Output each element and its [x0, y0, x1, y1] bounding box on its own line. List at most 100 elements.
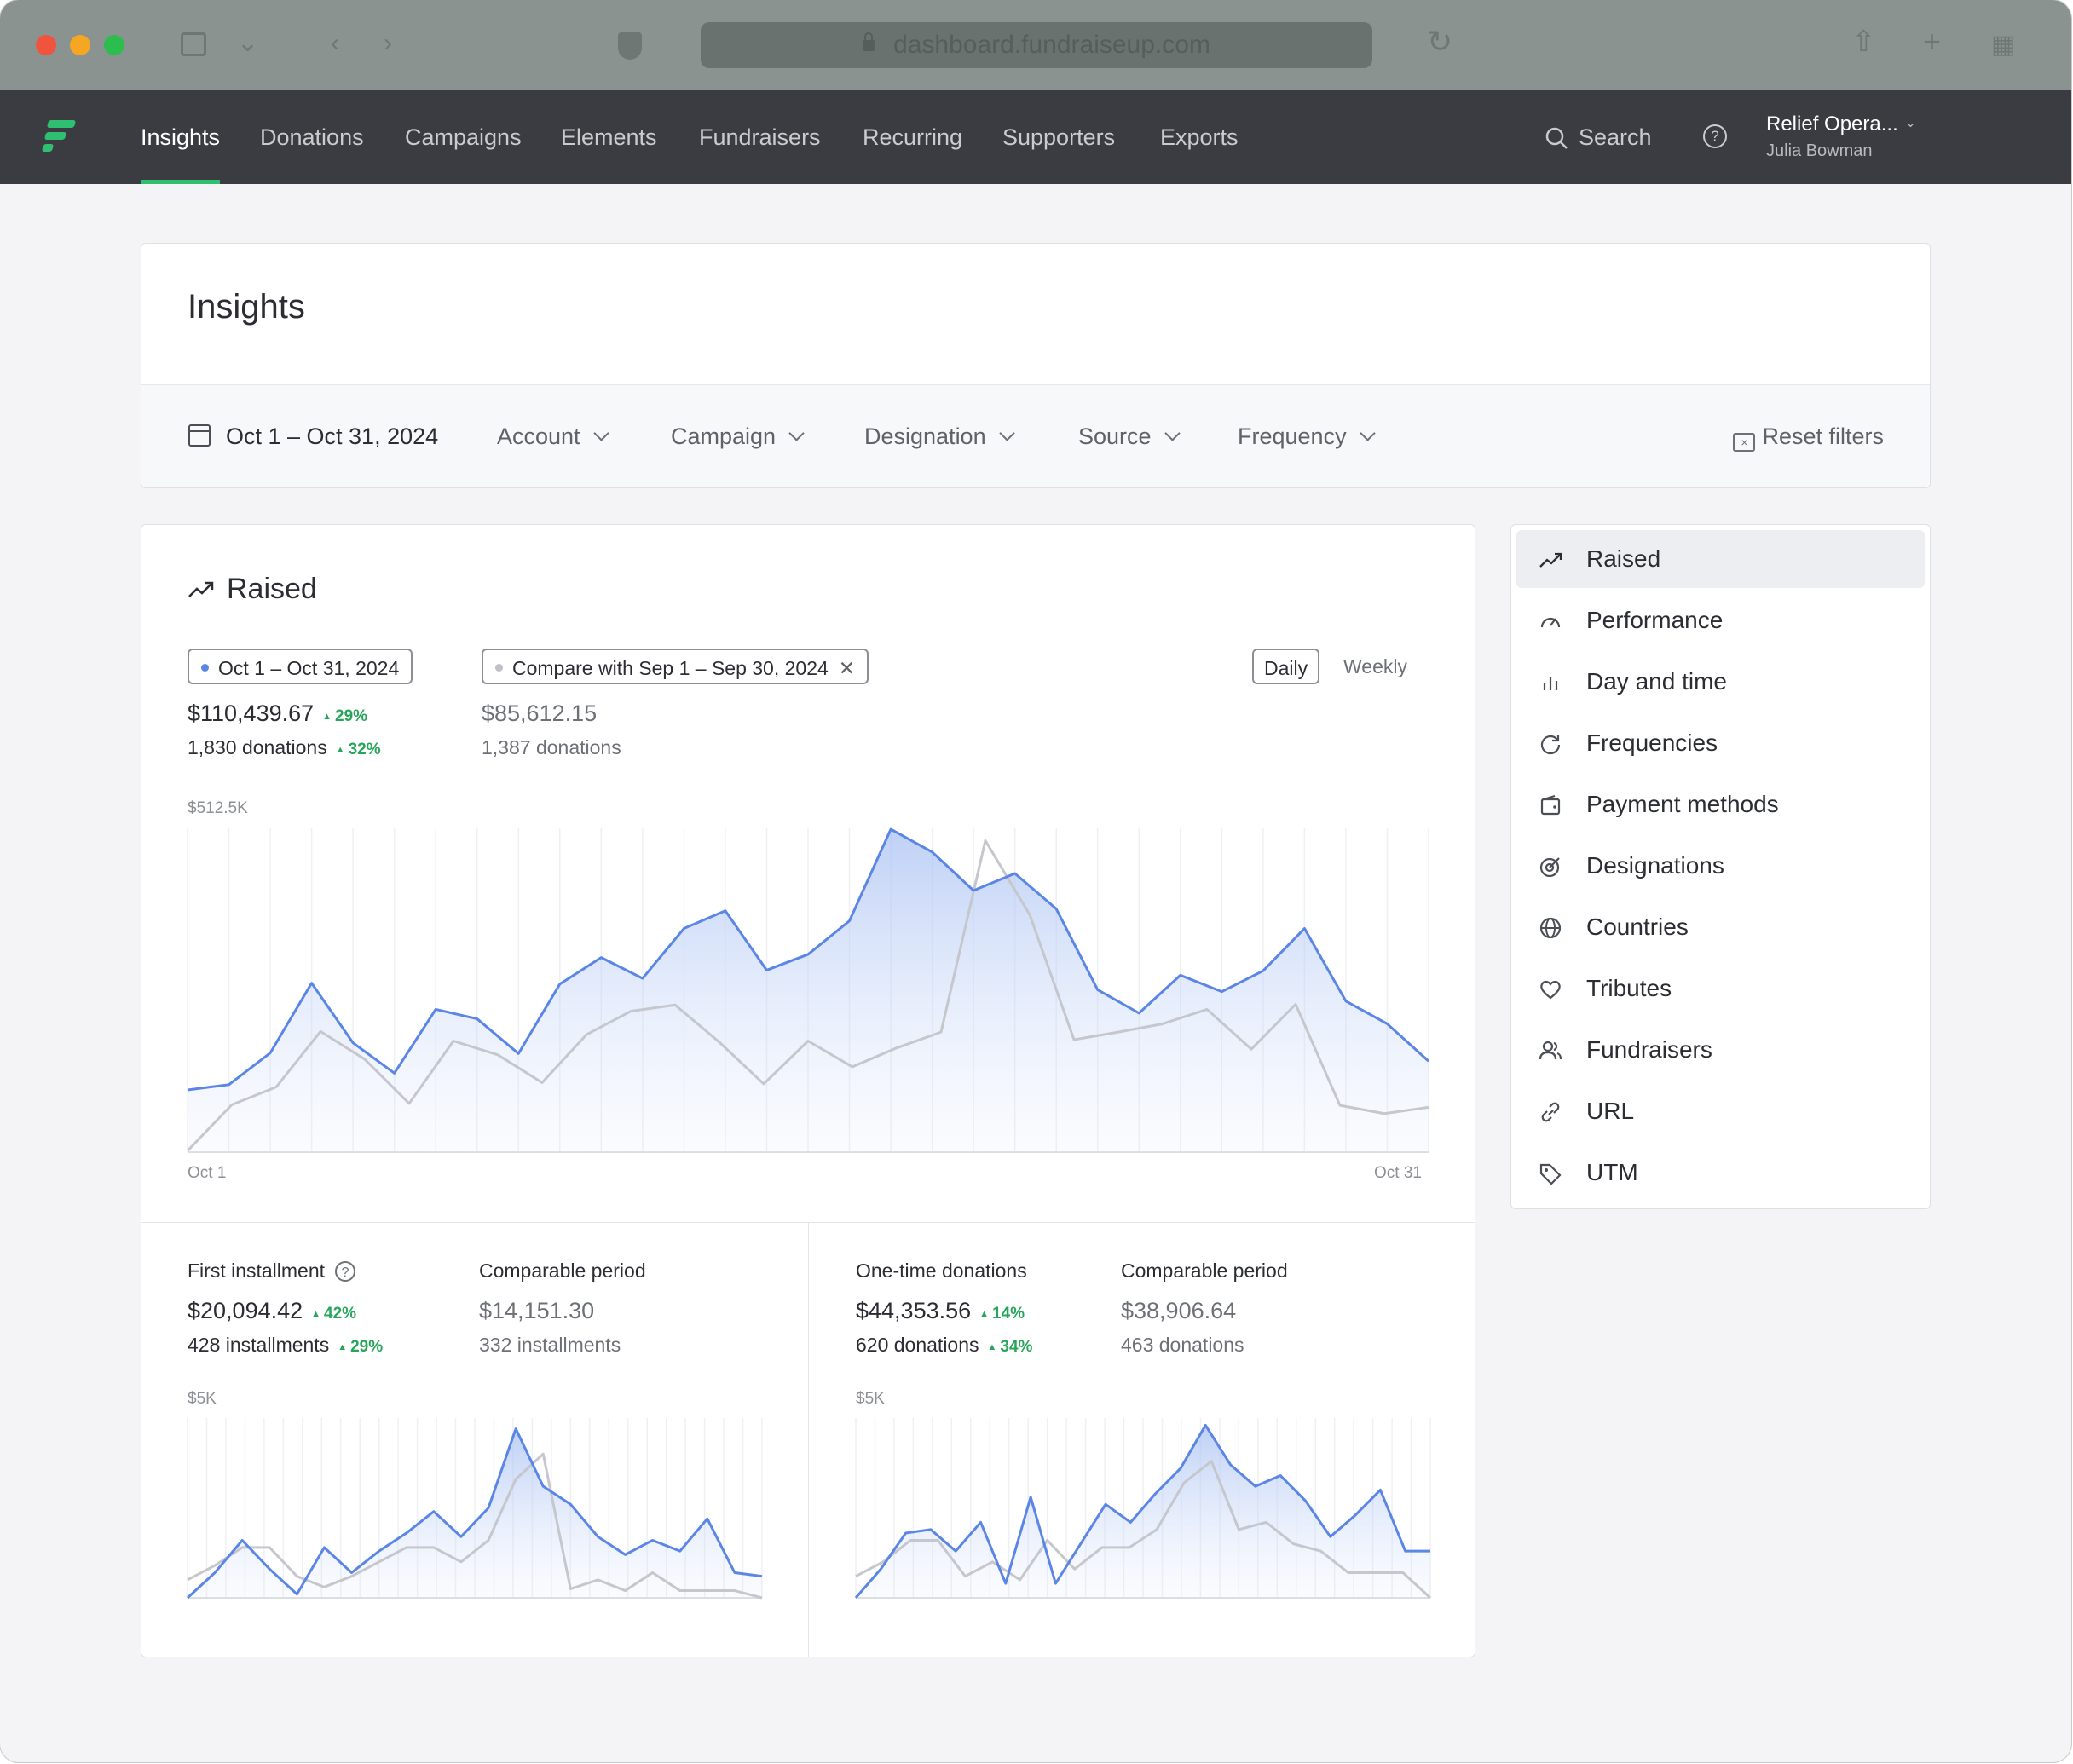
- chevron-down-icon[interactable]: ⌄: [237, 31, 258, 56]
- trend-up-icon: [1539, 552, 1562, 568]
- wallet-icon: [1540, 794, 1561, 816]
- maximize-window-button[interactable]: [104, 35, 124, 55]
- donations-delta: 32%: [336, 741, 381, 758]
- menu-item-utm[interactable]: UTM: [1516, 1144, 1925, 1202]
- help-icon[interactable]: ?: [1703, 124, 1727, 148]
- lock-icon: [863, 32, 875, 51]
- first-installment-comparable-amount: $14,151.30: [479, 1298, 595, 1323]
- menu-item-day-and-time[interactable]: Day and time: [1516, 653, 1925, 711]
- account-filter[interactable]: Account: [497, 385, 609, 487]
- frequency-filter[interactable]: Frequency: [1238, 385, 1376, 487]
- gauge-icon: [1540, 617, 1561, 628]
- first-installment-comparable-title: Comparable period: [479, 1260, 646, 1282]
- one-time-title: One-time donations: [856, 1260, 1027, 1282]
- sidebar-toggle-icon[interactable]: [181, 32, 206, 56]
- first-installment-chart[interactable]: [186, 1418, 763, 1601]
- chevron-down-icon: ⌄: [1904, 116, 1917, 130]
- url-text: dashboard.fundraiseup.com: [893, 31, 1210, 59]
- nav-supporters[interactable]: Supporters: [1002, 90, 1115, 184]
- close-icon[interactable]: ✕: [839, 657, 855, 679]
- menu-item-url[interactable]: URL: [1516, 1082, 1925, 1140]
- heart-icon: [1540, 980, 1561, 1000]
- trend-up-icon: [188, 581, 214, 597]
- current-donations: 1,830 donations32%: [188, 736, 381, 759]
- chevron-down-icon: [998, 425, 1015, 441]
- campaign-filter[interactable]: Campaign: [671, 385, 805, 487]
- reload-icon[interactable]: ↻: [1427, 26, 1452, 57]
- x-axis-start-label: Oct 1: [188, 1164, 227, 1182]
- help-icon[interactable]: ?: [335, 1261, 356, 1282]
- nav-exports[interactable]: Exports: [1160, 90, 1239, 184]
- tab-overview-icon[interactable]: ▦: [1991, 32, 2015, 58]
- menu-item-fundraisers[interactable]: Fundraisers: [1516, 1021, 1925, 1079]
- date-range-filter[interactable]: Oct 1 – Oct 31, 2024: [226, 385, 438, 487]
- source-filter[interactable]: Source: [1078, 385, 1181, 487]
- search-icon: [1545, 127, 1568, 149]
- minimize-window-button[interactable]: [70, 35, 90, 55]
- menu-item-payment-methods[interactable]: Payment methods: [1516, 775, 1925, 833]
- menu-item-countries[interactable]: Countries: [1516, 898, 1925, 956]
- account-switcher[interactable]: Relief Opera... ⌄ Julia Bowman: [1766, 112, 1916, 161]
- close-window-button[interactable]: [36, 35, 56, 55]
- menu-item-raised[interactable]: Raised: [1516, 530, 1925, 588]
- weekly-toggle[interactable]: Weekly: [1343, 649, 1407, 684]
- chevron-down-icon: [592, 425, 609, 441]
- compare-amount: $85,612.15: [482, 700, 598, 726]
- x-axis-end-label: Oct 31: [1374, 1164, 1422, 1182]
- page-title: Insights: [188, 288, 305, 326]
- globe-icon: [1539, 917, 1562, 939]
- calendar-icon: [188, 424, 211, 447]
- nav-elements[interactable]: Elements: [561, 90, 657, 184]
- one-time-amount: $44,353.5614%: [856, 1298, 1025, 1324]
- first-installment-count: 428 installments29%: [188, 1334, 383, 1357]
- current-period-pill[interactable]: Oct 1 – Oct 31, 2024: [188, 649, 413, 684]
- daily-toggle[interactable]: Daily: [1252, 649, 1320, 684]
- nav-donations[interactable]: Donations: [260, 90, 364, 184]
- bar-chart-icon: [1543, 677, 1558, 690]
- insights-header-card: Insights Oct 1 – Oct 31, 2024 Account Ca…: [141, 243, 1931, 488]
- nav-fundraisers[interactable]: Fundraisers: [699, 90, 821, 184]
- new-tab-icon[interactable]: +: [1923, 26, 1941, 57]
- shield-icon[interactable]: [618, 32, 642, 60]
- filter-bar: Oct 1 – Oct 31, 2024 Account Campaign De…: [141, 384, 1930, 487]
- one-time-count: 620 donations34%: [856, 1334, 1032, 1357]
- compare-period-pill[interactable]: Compare with Sep 1 – Sep 30, 2024 ✕: [482, 649, 869, 684]
- amount-delta: 29%: [322, 707, 367, 725]
- nav-recurring[interactable]: Recurring: [863, 90, 962, 184]
- one-time-comparable-title: Comparable period: [1121, 1260, 1288, 1282]
- chevron-down-icon: [1359, 425, 1376, 441]
- designation-filter[interactable]: Designation: [864, 385, 1015, 487]
- one-time-chart[interactable]: [854, 1418, 1432, 1601]
- one-time-comparable-count: 463 donations: [1121, 1334, 1244, 1356]
- reset-filters-button[interactable]: × Reset filters: [1733, 385, 1884, 487]
- browser-toolbar: ⌄ ‹ › dashboard.fundraiseup.com ↻ ⇧ + ▦: [0, 0, 2071, 90]
- refresh-icon: [1540, 735, 1561, 755]
- users-icon: [1539, 1041, 1562, 1060]
- address-bar[interactable]: dashboard.fundraiseup.com: [701, 22, 1372, 68]
- y-axis-max-label: $5K: [856, 1390, 885, 1408]
- chevron-down-icon: [788, 425, 805, 441]
- current-amount: $110,439.6729%: [188, 700, 367, 727]
- link-icon: [1541, 1102, 1560, 1122]
- menu-item-tributes[interactable]: Tributes: [1516, 960, 1925, 1017]
- nav-insights[interactable]: Insights: [141, 90, 221, 184]
- raised-chart[interactable]: [186, 827, 1430, 1156]
- back-arrow-icon[interactable]: ‹: [331, 31, 339, 56]
- menu-item-designations[interactable]: Designations: [1516, 837, 1925, 895]
- forward-arrow-icon[interactable]: ›: [384, 31, 392, 56]
- menu-item-performance[interactable]: Performance: [1516, 591, 1925, 649]
- search-button[interactable]: Search: [1545, 90, 1652, 184]
- fundraiseup-logo[interactable]: [41, 120, 77, 154]
- user-name: Julia Bowman: [1766, 141, 1873, 160]
- chevron-down-icon: [1164, 425, 1181, 441]
- tag-icon: [1539, 1163, 1562, 1185]
- nav-campaigns[interactable]: Campaigns: [405, 90, 522, 184]
- menu-item-frequencies[interactable]: Frequencies: [1516, 714, 1925, 772]
- account-name: Relief Opera...: [1766, 112, 1898, 135]
- backspace-icon: ×: [1733, 433, 1756, 452]
- share-icon[interactable]: ⇧: [1851, 27, 1876, 56]
- target-icon: [1539, 857, 1560, 878]
- raised-card: Raised Oct 1 – Oct 31, 2024 Compare with…: [141, 524, 1475, 1657]
- browser-window: ⌄ ‹ › dashboard.fundraiseup.com ↻ ⇧ + ▦ …: [0, 0, 2071, 1762]
- raised-heading: Raised: [188, 573, 317, 606]
